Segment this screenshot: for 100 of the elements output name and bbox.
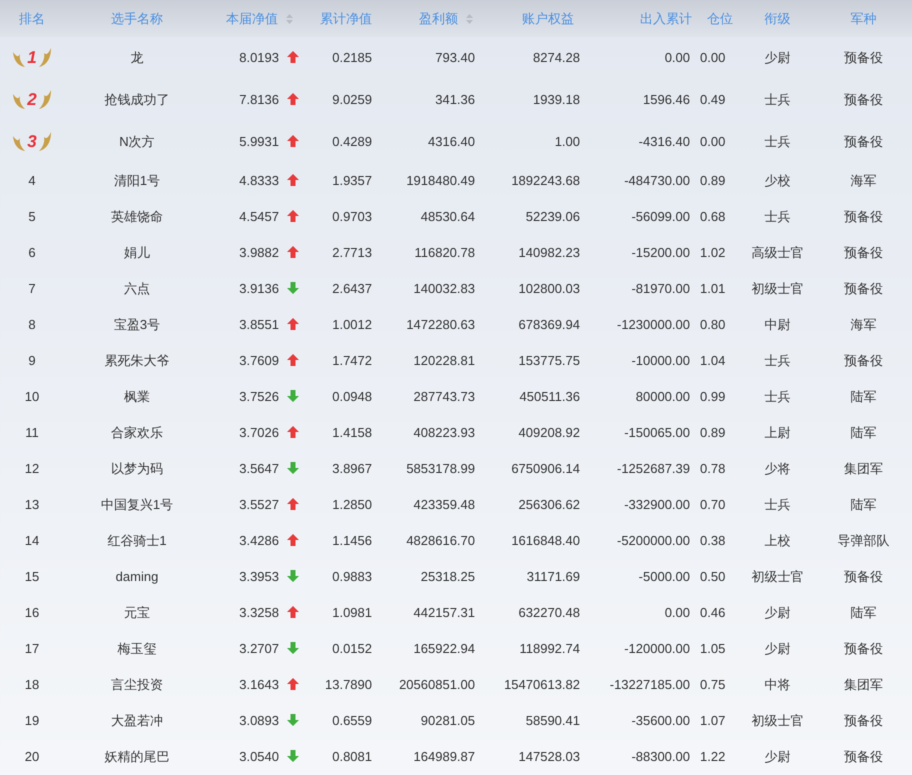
service-branch: 预备役 bbox=[844, 245, 883, 260]
cumulative-flow: -35600.00 bbox=[631, 713, 690, 728]
profit-amount: 287743.73 bbox=[414, 389, 475, 404]
cumulative-net-value: 2.6437 bbox=[332, 281, 372, 296]
cumulative-flow: -1252687.39 bbox=[616, 461, 690, 476]
player-name: 梅玉玺 bbox=[118, 641, 156, 656]
account-equity: 8274.28 bbox=[533, 50, 580, 66]
column-header: 军种 bbox=[815, 0, 912, 37]
rank-medal: 3 bbox=[11, 130, 53, 154]
service-branch: 预备役 bbox=[844, 569, 883, 584]
rank-medal: 2 bbox=[11, 88, 53, 112]
column-header[interactable]: 盈利额 bbox=[380, 0, 485, 37]
profit-amount: 5853178.99 bbox=[406, 461, 475, 476]
column-header: 仓位 bbox=[700, 0, 740, 37]
service-branch: 预备役 bbox=[844, 713, 883, 728]
rank-grade: 少尉 bbox=[764, 641, 790, 656]
position-ratio: 0.78 bbox=[700, 461, 726, 476]
rank-number: 20 bbox=[24, 749, 40, 764]
account-equity: 15470613.82 bbox=[504, 677, 580, 692]
rank-number: 15 bbox=[24, 569, 40, 584]
cumulative-flow: -150065.00 bbox=[624, 425, 690, 440]
position-ratio: 0.49 bbox=[700, 92, 726, 108]
service-branch: 预备役 bbox=[844, 641, 883, 656]
sort-icon[interactable] bbox=[466, 14, 473, 24]
position-ratio: 0.38 bbox=[700, 533, 726, 548]
rank-number: 6 bbox=[28, 245, 36, 260]
net-value: 8.0193 bbox=[239, 50, 279, 66]
account-equity: 1.00 bbox=[554, 134, 580, 150]
net-value: 4.5457 bbox=[239, 209, 279, 224]
rank-grade: 士兵 bbox=[764, 134, 790, 150]
profit-amount: 442157.31 bbox=[414, 605, 475, 620]
sort-icon[interactable] bbox=[286, 14, 293, 24]
profit-amount: 116820.78 bbox=[414, 245, 475, 260]
net-value: 4.8333 bbox=[239, 173, 279, 188]
service-branch: 预备役 bbox=[844, 353, 883, 368]
profit-amount: 25318.25 bbox=[420, 569, 475, 584]
column-header: 出入累计 bbox=[590, 0, 700, 37]
cumulative-flow: -81970.00 bbox=[631, 281, 690, 296]
position-ratio: 0.75 bbox=[700, 677, 726, 692]
cumulative-net-value: 1.2850 bbox=[332, 497, 372, 512]
player-name: 以梦为码 bbox=[111, 461, 163, 476]
profit-amount: 408223.93 bbox=[414, 425, 475, 440]
player-name: 累死朱大爷 bbox=[104, 353, 170, 368]
position-ratio: 1.07 bbox=[700, 713, 726, 728]
net-value: 3.4286 bbox=[239, 533, 279, 548]
player-name: N次方 bbox=[119, 134, 155, 150]
service-branch: 集团军 bbox=[844, 461, 883, 476]
cumulative-net-value: 2.7713 bbox=[332, 245, 372, 260]
rank-number: 13 bbox=[24, 497, 40, 512]
player-name: daming bbox=[116, 569, 158, 584]
cumulative-flow: -13227185.00 bbox=[610, 677, 690, 692]
net-value: 3.3258 bbox=[239, 605, 279, 620]
player-name: 枫業 bbox=[124, 389, 150, 404]
service-branch: 预备役 bbox=[844, 92, 883, 108]
rank-grade: 初级士官 bbox=[752, 569, 804, 584]
net-value: 3.2707 bbox=[239, 641, 279, 656]
net-value: 7.8136 bbox=[239, 92, 279, 108]
cumulative-flow: -120000.00 bbox=[624, 641, 690, 656]
service-branch: 预备役 bbox=[844, 281, 883, 296]
cumulative-net-value: 0.4289 bbox=[332, 134, 372, 150]
cumulative-flow: -5000.00 bbox=[638, 569, 690, 584]
account-equity: 678369.94 bbox=[518, 317, 580, 332]
profit-amount: 20560851.00 bbox=[399, 677, 475, 692]
net-value: 3.9882 bbox=[239, 245, 279, 260]
account-equity: 118992.74 bbox=[520, 641, 580, 656]
rank-grade: 少尉 bbox=[764, 50, 790, 66]
net-value: 3.3953 bbox=[239, 569, 279, 584]
service-branch: 陆军 bbox=[850, 389, 876, 404]
service-branch: 集团军 bbox=[844, 677, 883, 692]
rank-grade: 士兵 bbox=[764, 209, 790, 224]
net-value: 3.7526 bbox=[239, 389, 279, 404]
account-equity: 58590.41 bbox=[526, 713, 580, 728]
account-equity: 1892243.68 bbox=[511, 173, 580, 188]
rank-number: 8 bbox=[28, 317, 36, 332]
rank-grade: 中将 bbox=[764, 677, 790, 692]
cumulative-flow: -332900.00 bbox=[624, 497, 690, 512]
rank-grade: 士兵 bbox=[764, 353, 790, 368]
account-equity: 31171.69 bbox=[526, 569, 580, 584]
cumulative-net-value: 1.7472 bbox=[332, 353, 372, 368]
column-header[interactable]: 本届净值 bbox=[210, 0, 305, 37]
player-name: 大盈若冲 bbox=[111, 713, 163, 728]
net-value: 3.7609 bbox=[239, 353, 279, 368]
service-branch: 海军 bbox=[850, 173, 876, 188]
profit-amount: 423359.48 bbox=[414, 497, 475, 512]
rank-number: 10 bbox=[24, 389, 40, 404]
position-ratio: 1.04 bbox=[700, 353, 726, 368]
net-value: 3.5647 bbox=[239, 461, 279, 476]
profit-amount: 165922.94 bbox=[414, 641, 475, 656]
rank-grade: 士兵 bbox=[764, 497, 790, 512]
cumulative-net-value: 0.9703 bbox=[332, 209, 372, 224]
position-ratio: 1.05 bbox=[700, 641, 726, 656]
position-ratio: 0.99 bbox=[700, 389, 726, 404]
position-ratio: 1.01 bbox=[700, 281, 726, 296]
rank-number: 14 bbox=[24, 533, 40, 548]
service-branch: 预备役 bbox=[844, 749, 883, 764]
rank-grade: 士兵 bbox=[764, 389, 790, 404]
cumulative-net-value: 0.6559 bbox=[332, 713, 372, 728]
player-name: 中国复兴1号 bbox=[100, 497, 174, 512]
cumulative-flow: -88300.00 bbox=[631, 749, 690, 764]
net-value: 3.9136 bbox=[239, 281, 279, 296]
